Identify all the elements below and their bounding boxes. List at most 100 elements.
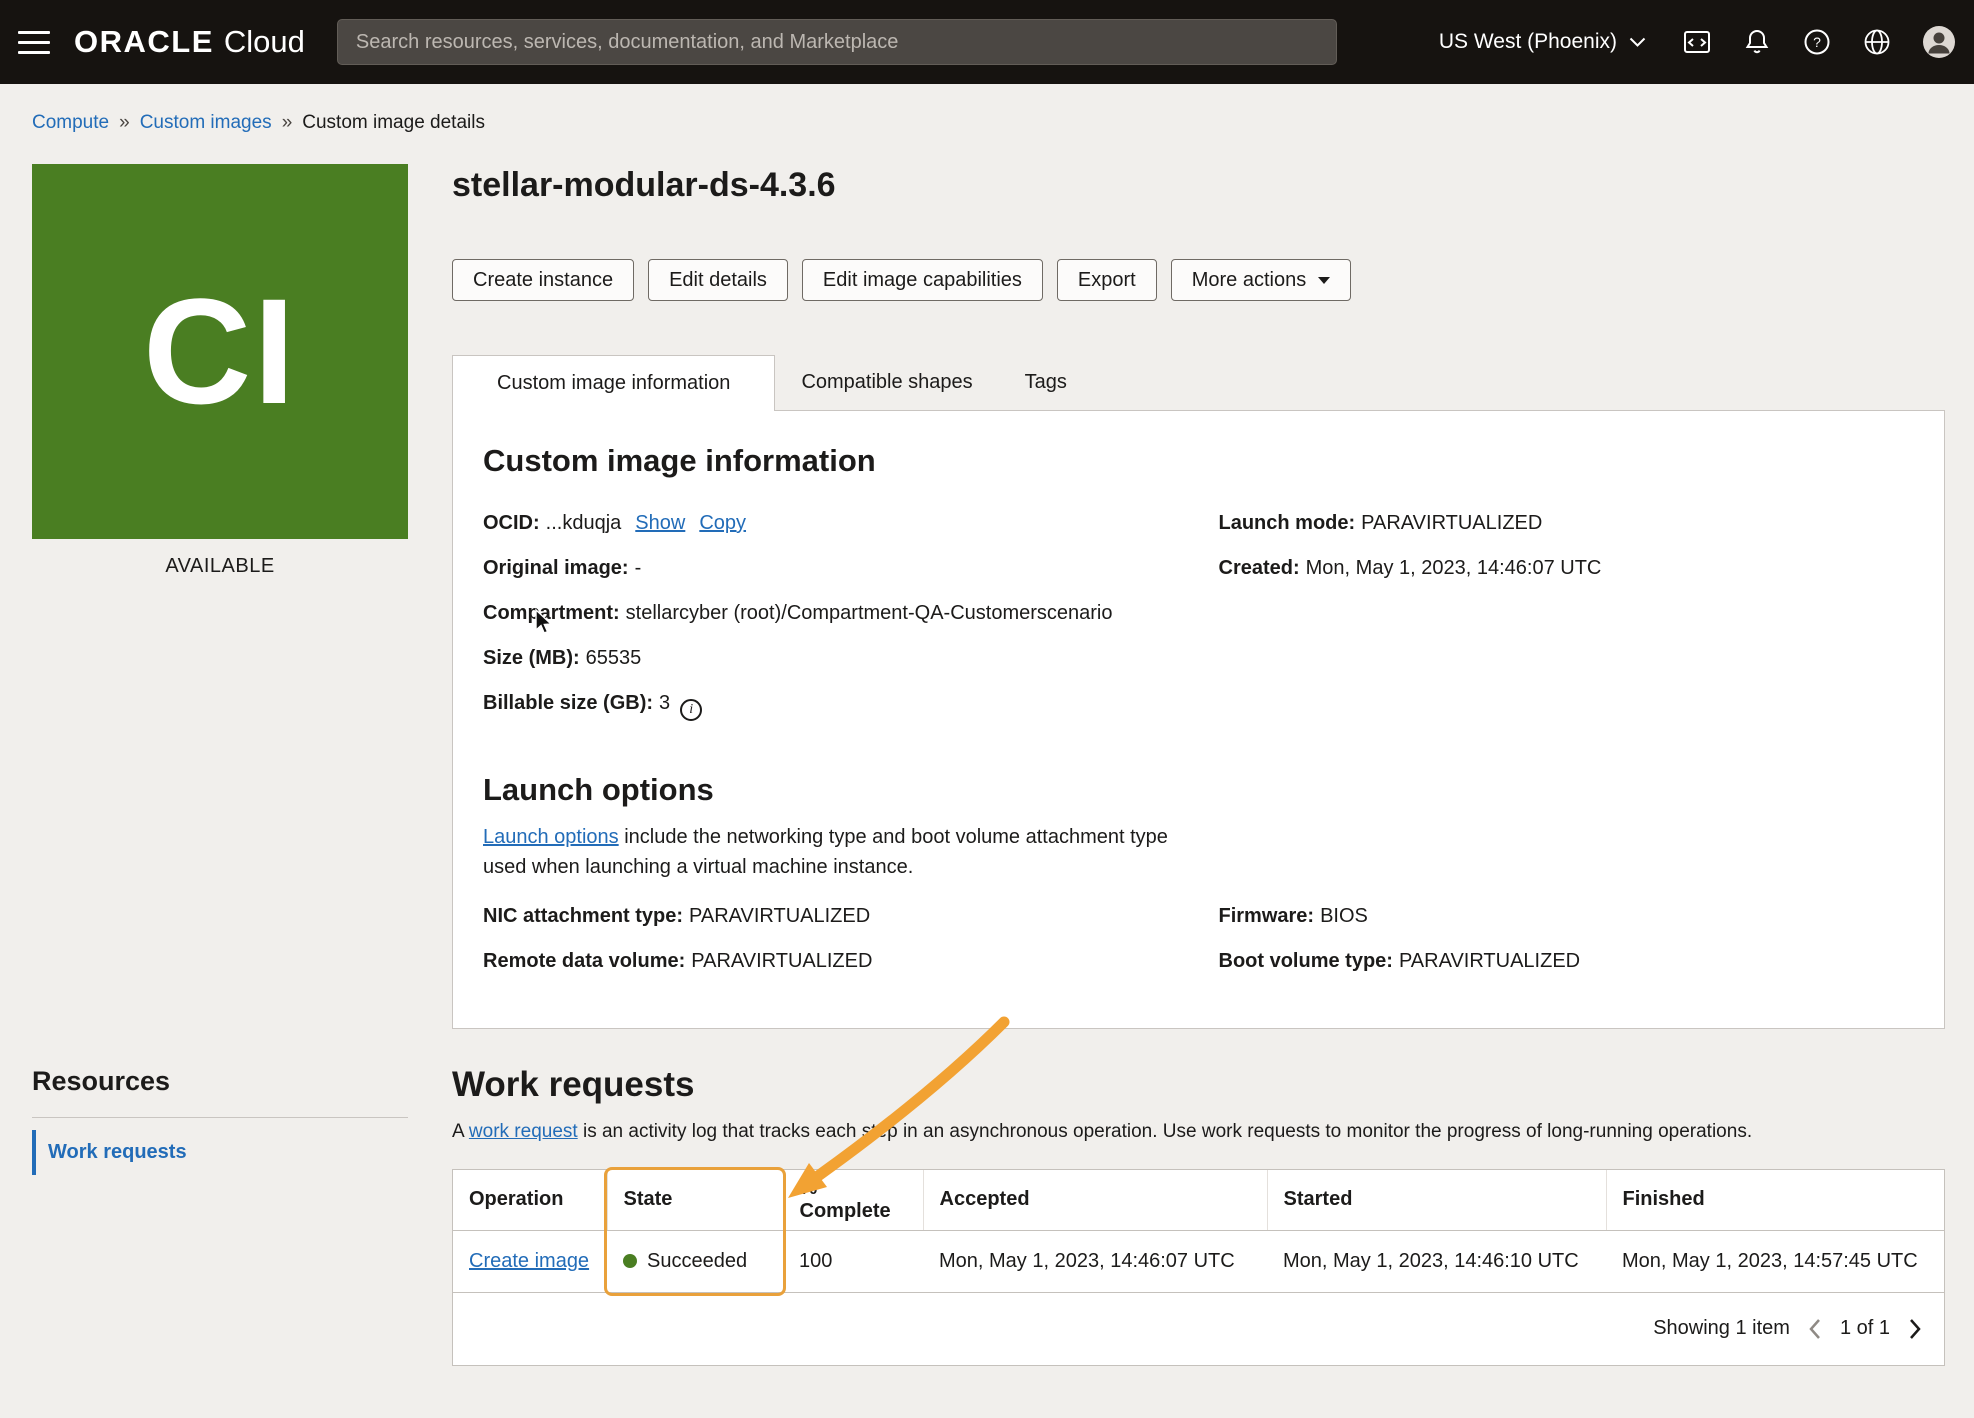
info-field-grid: OCID:...kduqjaShowCopy Original image:- … — [483, 501, 1914, 726]
region-selector[interactable]: US West (Phoenix) — [1439, 30, 1646, 54]
field-remote-data-volume: Remote data volume:PARAVIRTUALIZED — [483, 939, 1179, 984]
field-label: Billable size (GB): — [483, 692, 653, 714]
more-actions-button[interactable]: More actions — [1171, 259, 1352, 301]
page-indicator: 1 of 1 — [1840, 1317, 1890, 1340]
main-content: stellar-modular-ds-4.3.6 Create instance… — [452, 164, 1945, 1366]
col-percent-complete: % Complete — [783, 1170, 923, 1230]
cloud-shell-icon[interactable] — [1682, 27, 1712, 57]
more-actions-label: More actions — [1192, 269, 1307, 292]
tab-compatible-shapes[interactable]: Compatible shapes — [775, 355, 998, 410]
work-requests-table-card: Operation State % Complete Accepted Star… — [452, 1169, 1945, 1366]
ocid-show-link[interactable]: Show — [635, 512, 685, 534]
col-finished: Finished — [1606, 1170, 1944, 1230]
page-title: stellar-modular-ds-4.3.6 — [452, 166, 1945, 205]
custom-image-information-panel: Custom image information OCID:...kduqjaS… — [452, 410, 1945, 1029]
chevron-right-icon[interactable] — [1908, 1318, 1922, 1340]
field-label: Firmware: — [1219, 905, 1315, 927]
hamburger-menu-icon[interactable] — [16, 25, 52, 60]
field-launch-mode: Launch mode:PARAVIRTUALIZED — [1219, 501, 1915, 546]
panel-heading: Custom image information — [483, 443, 1914, 479]
finished-value: Mon, May 1, 2023, 14:57:45 UTC — [1606, 1230, 1944, 1292]
field-label: Original image: — [483, 557, 629, 579]
left-column: CI AVAILABLE Resources Work requests — [32, 164, 408, 1366]
chevron-down-icon — [1629, 37, 1646, 48]
resources-heading: Resources — [32, 1066, 408, 1118]
launch-options-description: Launch options include the networking ty… — [483, 822, 1178, 882]
field-value: Mon, May 1, 2023, 14:46:07 UTC — [1306, 557, 1602, 579]
field-label: Remote data volume: — [483, 950, 685, 972]
col-state: State — [607, 1170, 783, 1230]
chevron-left-icon[interactable] — [1808, 1318, 1822, 1340]
field-label: Size (MB): — [483, 647, 580, 669]
field-value: 65535 — [586, 647, 642, 669]
field-value: PARAVIRTUALIZED — [1361, 512, 1542, 534]
field-value: stellarcyber (root)/Compartment-QA-Custo… — [626, 602, 1113, 624]
avatar-icon[interactable] — [1922, 25, 1956, 59]
wr-desc-after: is an activity log that tracks each step… — [578, 1121, 1752, 1142]
field-label: Launch mode: — [1219, 512, 1356, 534]
field-size-mb: Size (MB): 65535 — [483, 636, 1179, 681]
search-input[interactable] — [337, 19, 1337, 65]
col-operation: Operation — [453, 1170, 607, 1230]
edit-details-button[interactable]: Edit details — [648, 259, 788, 301]
field-value: BIOS — [1320, 905, 1368, 927]
brand-oracle-text: ORACLE — [74, 24, 214, 60]
custom-image-thumbnail: CI — [32, 164, 408, 539]
table-row: Create image Succeeded 100 Mon, May 1, 2… — [453, 1230, 1944, 1292]
globe-icon[interactable] — [1862, 27, 1892, 57]
breadcrumb-current: Custom image details — [302, 112, 485, 134]
page-layout: CI AVAILABLE Resources Work requests ste… — [0, 134, 1974, 1366]
create-instance-button[interactable]: Create instance — [452, 259, 634, 301]
state-text: Succeeded — [647, 1250, 747, 1272]
field-label: NIC attachment type: — [483, 905, 683, 927]
resources-section: Resources Work requests — [32, 1066, 408, 1175]
availability-status: AVAILABLE — [32, 555, 408, 578]
table-header-row: Operation State % Complete Accepted Star… — [453, 1170, 1944, 1230]
pagination: Showing 1 item 1 of 1 — [453, 1293, 1944, 1365]
field-label: Created: — [1219, 557, 1300, 579]
breadcrumb-separator: » — [282, 112, 293, 134]
info-fields-right: Launch mode:PARAVIRTUALIZED Created: Mon,… — [1219, 501, 1915, 726]
tab-bar: Custom image information Compatible shap… — [452, 355, 1945, 410]
ocid-value: ...kduqja — [546, 512, 622, 534]
work-requests-table: Operation State % Complete Accepted Star… — [453, 1170, 1944, 1293]
field-billable-size: Billable size (GB):3i — [483, 681, 1179, 726]
field-nic-attachment: NIC attachment type: PARAVIRTUALIZED — [483, 894, 1179, 939]
started-value: Mon, May 1, 2023, 14:46:10 UTC — [1267, 1230, 1606, 1292]
launch-options-grid: NIC attachment type: PARAVIRTUALIZED Remo… — [483, 894, 1914, 984]
percent-complete-value: 100 — [783, 1230, 923, 1292]
work-requests-heading: Work requests — [452, 1065, 1945, 1105]
help-icon[interactable]: ? — [1802, 27, 1832, 57]
breadcrumb-compute-link[interactable]: Compute — [32, 112, 109, 134]
tab-custom-image-information[interactable]: Custom image information — [452, 355, 775, 411]
create-image-link[interactable]: Create image — [469, 1250, 589, 1272]
edit-image-capabilities-button[interactable]: Edit image capabilities — [802, 259, 1043, 301]
launch-options-right: Firmware:BIOS Boot volume type:PARAVIRTU… — [1219, 894, 1915, 984]
caret-down-icon — [1318, 277, 1330, 284]
breadcrumb: Compute » Custom images » Custom image d… — [32, 112, 1974, 134]
tab-tags[interactable]: Tags — [999, 355, 1093, 410]
ocid-copy-link[interactable]: Copy — [699, 512, 746, 534]
breadcrumb-separator: » — [119, 112, 130, 134]
brand-cloud-text: Cloud — [224, 24, 305, 60]
showing-count: Showing 1 item — [1653, 1317, 1790, 1340]
image-initials: CI — [143, 265, 297, 438]
notifications-bell-icon[interactable] — [1742, 27, 1772, 57]
field-value: - — [635, 557, 642, 579]
field-created: Created: Mon, May 1, 2023, 14:46:07 UTC — [1219, 546, 1915, 591]
field-value: PARAVIRTUALIZED — [689, 905, 870, 927]
export-button[interactable]: Export — [1057, 259, 1157, 301]
launch-options-link[interactable]: Launch options — [483, 826, 619, 848]
svg-text:?: ? — [1813, 34, 1821, 50]
launch-options-heading: Launch options — [483, 772, 1914, 808]
sidebar-item-work-requests[interactable]: Work requests — [32, 1130, 408, 1175]
work-request-link[interactable]: work request — [469, 1121, 578, 1142]
col-started: Started — [1267, 1170, 1606, 1230]
breadcrumb-custom-images-link[interactable]: Custom images — [140, 112, 272, 134]
accepted-value: Mon, May 1, 2023, 14:46:07 UTC — [923, 1230, 1267, 1292]
oracle-cloud-logo[interactable]: ORACLE Cloud — [74, 24, 305, 60]
info-circle-icon[interactable]: i — [680, 699, 702, 721]
launch-options-left: NIC attachment type: PARAVIRTUALIZED Remo… — [483, 894, 1179, 984]
field-ocid: OCID:...kduqjaShowCopy — [483, 501, 1179, 546]
action-buttons: Create instance Edit details Edit image … — [452, 259, 1945, 301]
